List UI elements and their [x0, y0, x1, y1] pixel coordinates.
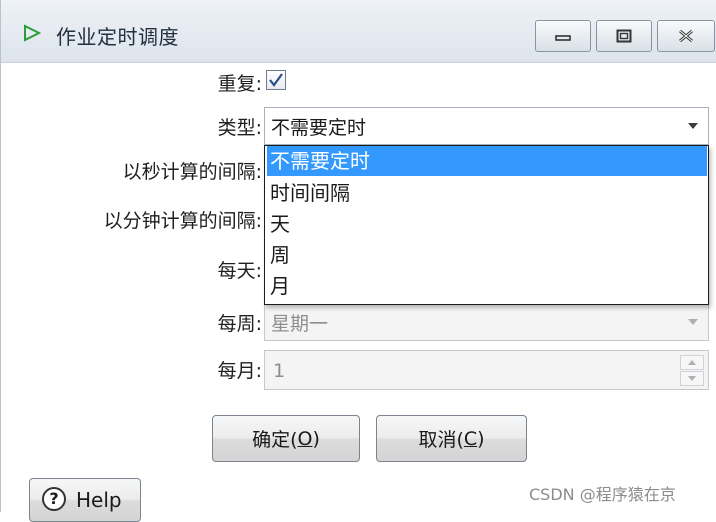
type-dropdown-list: 不需要定时 时间间隔 天 周 月 [264, 145, 709, 305]
cancel-button-label: 取消( [418, 429, 464, 451]
type-select[interactable]: 不需要定时 [264, 107, 709, 145]
chevron-up-icon [688, 360, 696, 365]
daily-label: 每天: [217, 260, 262, 282]
title-bar[interactable]: 作业定时调度 [1, 0, 716, 63]
dialog-window: 作业定时调度 重复: 类型: 不需要定时 以秒计算的间隔: 以分钟计算的间隔: … [0, 0, 716, 522]
close-button[interactable] [657, 20, 715, 52]
maximize-icon [616, 29, 632, 43]
repeat-checkbox[interactable] [266, 70, 286, 90]
ok-button-suffix: ) [312, 427, 320, 450]
help-icon: ? [42, 487, 66, 511]
chevron-down-icon [688, 123, 698, 129]
ok-button-shortcut: O [297, 427, 313, 450]
minutes-interval-label: 以分钟计算的间隔: [103, 210, 262, 232]
type-label: 类型: [217, 117, 262, 139]
cancel-button-shortcut: C [463, 427, 478, 450]
help-button-label: Help [76, 488, 122, 512]
dropdown-option-interval[interactable]: 时间间隔 [267, 178, 707, 208]
spin-up-button[interactable] [680, 355, 704, 370]
chevron-down-icon [688, 376, 696, 381]
type-select-arrow[interactable] [678, 108, 708, 144]
minimize-button[interactable] [535, 20, 591, 52]
weekly-select-value: 星期一 [271, 313, 329, 335]
weekly-select-arrow[interactable] [678, 304, 708, 340]
seconds-interval-label: 以秒计算的间隔: [122, 161, 262, 183]
dropdown-option-day[interactable]: 天 [267, 209, 707, 239]
type-select-value: 不需要定时 [271, 117, 367, 139]
dropdown-option-month[interactable]: 月 [267, 271, 707, 301]
cancel-button[interactable]: 取消(C) [376, 415, 527, 462]
monthly-spinner[interactable]: 1 [264, 350, 709, 390]
minimize-icon [555, 35, 571, 41]
weekly-label: 每周: [217, 313, 262, 335]
spin-down-button[interactable] [680, 371, 704, 386]
dropdown-option-none[interactable]: 不需要定时 [267, 146, 707, 176]
maximize-button[interactable] [596, 20, 652, 52]
checkmark-icon [269, 73, 283, 87]
play-icon [24, 24, 41, 42]
ok-button-label: 确定( [252, 429, 298, 451]
dropdown-option-week[interactable]: 周 [267, 240, 707, 270]
weekly-select[interactable]: 星期一 [264, 303, 709, 341]
ok-button[interactable]: 确定(O) [212, 415, 360, 462]
monthly-label: 每月: [217, 360, 262, 382]
monthly-spinner-value: 1 [273, 360, 286, 382]
cancel-button-suffix: ) [477, 427, 485, 450]
help-button[interactable]: ? Help [29, 478, 141, 522]
chevron-down-icon [688, 319, 698, 325]
close-icon [679, 29, 693, 43]
repeat-label: 重复: [217, 73, 262, 95]
watermark: CSDN @程序猿在京 [529, 485, 676, 504]
window-title: 作业定时调度 [56, 25, 179, 49]
